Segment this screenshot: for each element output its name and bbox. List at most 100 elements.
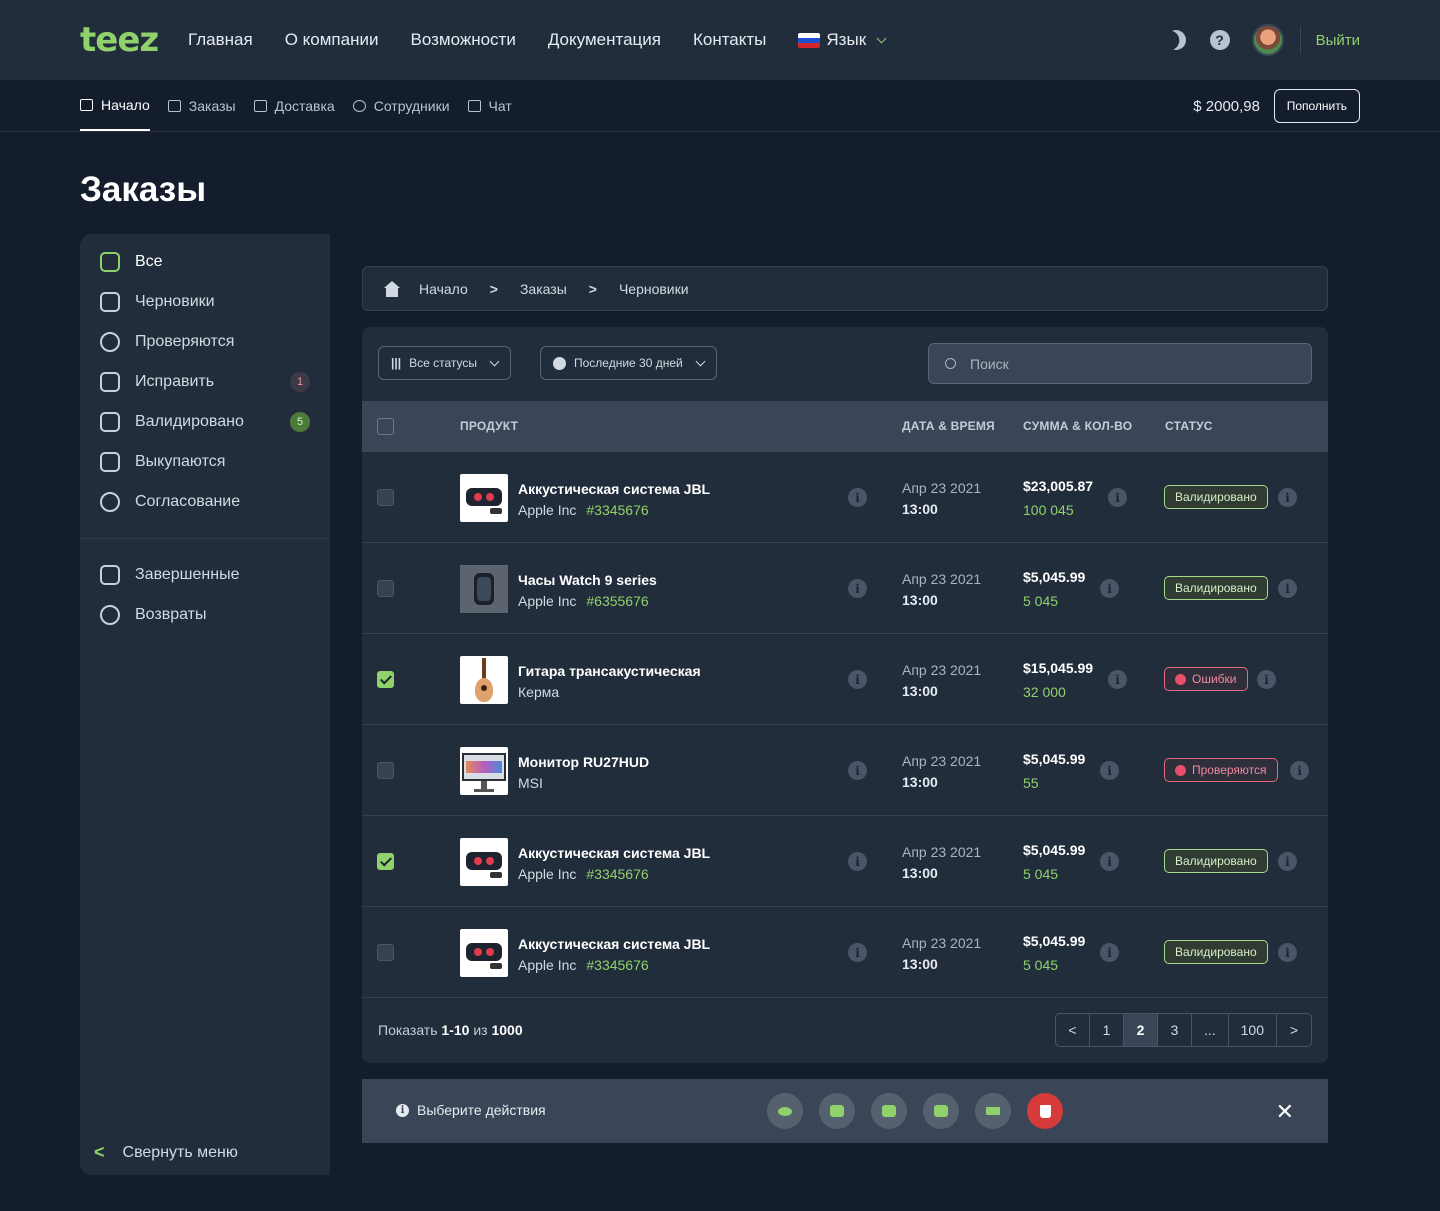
- row-checkbox[interactable]: [377, 671, 394, 688]
- sidebar-item-validated[interactable]: Валидировано 5: [100, 402, 310, 442]
- edit-button[interactable]: [923, 1093, 959, 1129]
- page-button-active[interactable]: 2: [1123, 1014, 1158, 1046]
- page-button[interactable]: 100: [1229, 1014, 1277, 1046]
- subnav-staff[interactable]: Сотрудники: [352, 80, 450, 131]
- help-icon[interactable]: ?: [1209, 30, 1230, 50]
- comment-button[interactable]: [871, 1093, 907, 1129]
- nav-home[interactable]: Главная: [188, 30, 253, 50]
- page-button[interactable]: 3: [1158, 1014, 1192, 1046]
- nav-docs[interactable]: Документация: [548, 30, 661, 50]
- info-icon[interactable]: i: [1108, 670, 1127, 689]
- sidebar-item-all[interactable]: Все: [100, 242, 310, 282]
- nav-about[interactable]: О компании: [285, 30, 379, 50]
- info-icon[interactable]: i: [1278, 852, 1297, 871]
- product-name[interactable]: Аккустическая система JBL: [518, 845, 710, 861]
- product-name[interactable]: Часы Watch 9 series: [518, 572, 657, 588]
- results-prefix: Показать: [378, 1022, 438, 1038]
- info-icon[interactable]: i: [848, 579, 867, 598]
- topup-button[interactable]: Пополнить: [1273, 89, 1360, 123]
- delete-button[interactable]: [1027, 1093, 1063, 1129]
- info-icon[interactable]: i: [1278, 488, 1297, 507]
- info-icon[interactable]: i: [1257, 670, 1276, 689]
- product-name[interactable]: Аккустическая система JBL: [518, 936, 710, 952]
- view-button[interactable]: [767, 1093, 803, 1129]
- sidebar-item-drafts[interactable]: Черновики: [100, 282, 310, 322]
- order-time: 13:00: [902, 501, 938, 517]
- row-checkbox[interactable]: [377, 944, 394, 961]
- product-name[interactable]: Монитор RU27HUD: [518, 754, 649, 770]
- teez-logo[interactable]: teez: [80, 20, 159, 60]
- sidebar-item-approval[interactable]: Согласование: [100, 482, 310, 522]
- sidebar-item-fix[interactable]: Исправить 1: [100, 362, 310, 402]
- chevron-left-icon: <: [94, 1142, 105, 1162]
- subnav-home[interactable]: Начало: [80, 80, 150, 131]
- info-icon[interactable]: i: [1100, 943, 1119, 962]
- sidebar-item-completed[interactable]: Завершенные: [100, 555, 310, 595]
- row-checkbox[interactable]: [377, 489, 394, 506]
- copy-button[interactable]: [819, 1093, 855, 1129]
- select-all-checkbox[interactable]: [377, 418, 394, 435]
- language-selector[interactable]: Язык: [798, 30, 887, 50]
- product-code[interactable]: #3345676: [586, 502, 648, 518]
- info-icon[interactable]: i: [1100, 761, 1119, 780]
- table-row[interactable]: Часы Watch 9 series Apple Inc #6355676 i Апр…: [362, 543, 1328, 634]
- status-filter[interactable]: ||| Все статусы: [378, 346, 511, 380]
- info-icon[interactable]: i: [848, 943, 867, 962]
- info-icon[interactable]: i: [1108, 488, 1127, 507]
- next-page-button[interactable]: >: [1277, 1014, 1311, 1046]
- nav-contacts[interactable]: Контакты: [693, 30, 766, 50]
- info-icon[interactable]: i: [1100, 579, 1119, 598]
- nav-features[interactable]: Возможности: [410, 30, 515, 50]
- info-icon[interactable]: i: [1278, 579, 1297, 598]
- col-status[interactable]: СТАТУС: [1165, 419, 1213, 433]
- sidebar-item-buying[interactable]: Выкупаются: [100, 442, 310, 482]
- order-date: Апр 23 2021: [902, 571, 982, 587]
- subnav-chat[interactable]: Чат: [467, 80, 512, 131]
- logout-link[interactable]: Выйти: [1316, 32, 1360, 49]
- subnav-orders[interactable]: Заказы: [167, 80, 236, 131]
- close-icon[interactable]: ✕: [1276, 1099, 1294, 1125]
- info-icon[interactable]: i: [1290, 761, 1309, 780]
- breadcrumb-item[interactable]: Заказы: [520, 281, 567, 297]
- info-icon[interactable]: i: [848, 761, 867, 780]
- product-thumbnail: [460, 656, 508, 704]
- table-row[interactable]: Аккустическая система JBL Apple Inc #33456…: [362, 816, 1328, 907]
- product-thumbnail: [460, 474, 508, 522]
- sidebar-item-returns[interactable]: Возвраты: [100, 595, 310, 635]
- avatar[interactable]: [1251, 24, 1284, 56]
- breadcrumb-item[interactable]: Начало: [419, 281, 468, 297]
- row-checkbox[interactable]: [377, 853, 394, 870]
- product-code[interactable]: #3345676: [586, 866, 648, 882]
- table-row[interactable]: Монитор RU27HUD MSI i Апр 23 2021 13:00 $5,04…: [362, 725, 1328, 816]
- prev-page-button[interactable]: <: [1056, 1014, 1090, 1046]
- order-amount: $5,045.99: [1023, 569, 1086, 585]
- col-datetime[interactable]: ДАТА & ВРЕМЯ: [902, 419, 995, 433]
- table-row[interactable]: Гитара трансакустическая Керма i Апр 23 202…: [362, 634, 1328, 725]
- download-button[interactable]: [975, 1093, 1011, 1129]
- product-name[interactable]: Гитара трансакустическая: [518, 663, 701, 679]
- dark-mode-icon[interactable]: [1162, 26, 1189, 53]
- page-button[interactable]: 1: [1090, 1014, 1124, 1046]
- search-input[interactable]: Поиск: [928, 343, 1312, 384]
- product-code[interactable]: #6355676: [586, 593, 648, 609]
- collapse-menu-button[interactable]: < Свернуть меню: [94, 1142, 238, 1163]
- col-product[interactable]: ПРОДУКТ: [460, 419, 518, 433]
- search-placeholder: Поиск: [970, 355, 1009, 372]
- info-icon[interactable]: i: [1278, 943, 1297, 962]
- row-checkbox[interactable]: [377, 762, 394, 779]
- product-code[interactable]: #3345676: [586, 957, 648, 973]
- col-amount[interactable]: СУММА & КОЛ-ВО: [1023, 419, 1132, 433]
- info-icon[interactable]: i: [848, 852, 867, 871]
- row-checkbox[interactable]: [377, 580, 394, 597]
- product-name[interactable]: Аккустическая система JBL: [518, 481, 710, 497]
- table-row[interactable]: Аккустическая система JBL Apple Inc #33456…: [362, 452, 1328, 543]
- sidebar-item-review[interactable]: Проверяются: [100, 322, 310, 362]
- cart-icon: [100, 452, 120, 472]
- info-icon[interactable]: i: [848, 488, 867, 507]
- table-row[interactable]: Аккустическая система JBL Apple Inc #33456…: [362, 907, 1328, 998]
- info-icon[interactable]: i: [848, 670, 867, 689]
- home-icon[interactable]: [383, 280, 401, 297]
- subnav-delivery[interactable]: Доставка: [253, 80, 335, 131]
- info-icon[interactable]: i: [1100, 852, 1119, 871]
- period-filter[interactable]: Последние 30 дней: [540, 346, 717, 380]
